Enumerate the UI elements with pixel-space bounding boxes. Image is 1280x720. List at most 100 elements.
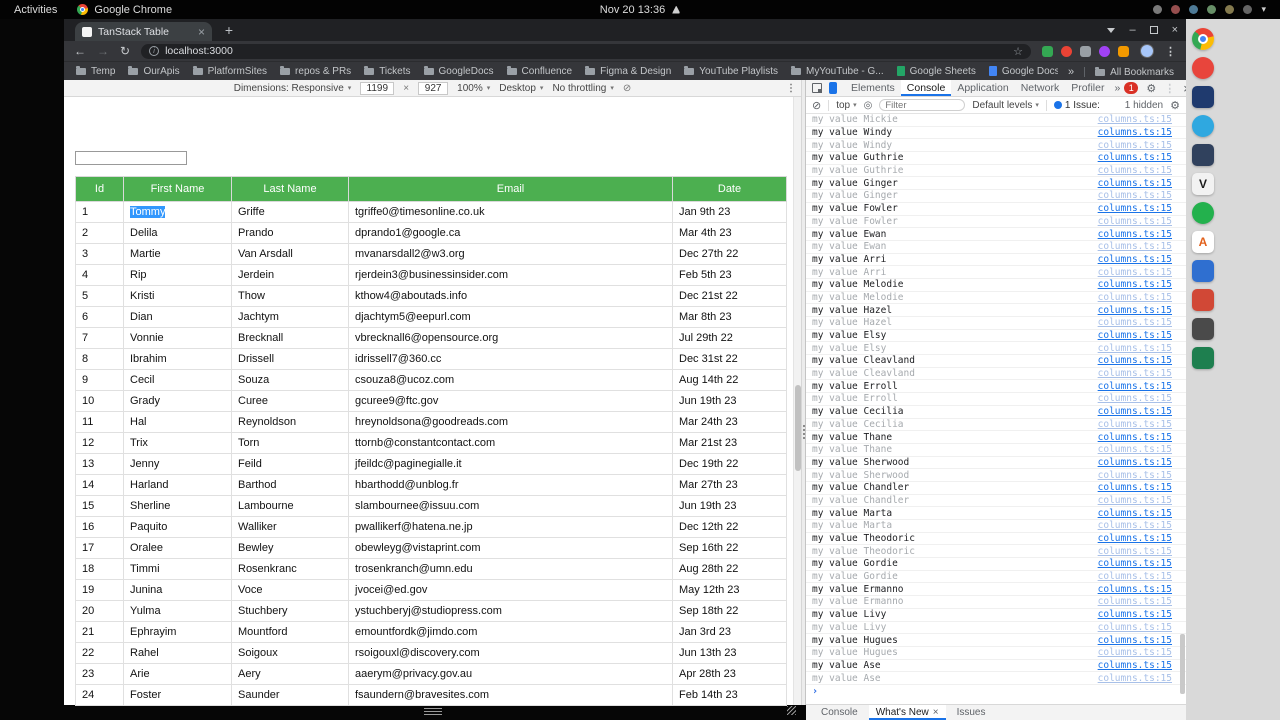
console-source-link[interactable]: columns.ts:15: [1098, 508, 1172, 519]
console-source-link[interactable]: columns.ts:15: [1098, 178, 1172, 189]
console-source-link[interactable]: columns.ts:15: [1098, 457, 1172, 468]
tray-status-icon[interactable]: [1243, 5, 1253, 14]
bookmark-item[interactable]: Google Docs: [988, 66, 1060, 77]
extension-icon[interactable]: [1061, 45, 1072, 57]
console-source-link[interactable]: columns.ts:15: [1098, 406, 1172, 417]
console-source-link[interactable]: columns.ts:15: [1098, 355, 1172, 366]
throttling-dropdown[interactable]: No throttling ▾: [552, 83, 613, 94]
browser-tab[interactable]: TanStack Table ×: [75, 22, 212, 41]
console-source-link[interactable]: columns.ts:15: [1098, 317, 1172, 328]
console-source-link[interactable]: columns.ts:15: [1098, 381, 1172, 392]
console-source-link[interactable]: columns.ts:15: [1098, 216, 1172, 227]
dock-app-a-app[interactable]: A: [1192, 231, 1214, 253]
console-context-dropdown[interactable]: top ▾: [836, 100, 856, 111]
more-tabs-chevron[interactable]: »: [1110, 82, 1124, 94]
tray-status-icon[interactable]: [1153, 5, 1163, 14]
column-header-email[interactable]: Email: [348, 176, 673, 202]
console-source-link[interactable]: columns.ts:15: [1098, 584, 1172, 595]
tray-status-icon[interactable]: [1189, 5, 1199, 14]
console-source-link[interactable]: columns.ts:15: [1098, 140, 1172, 151]
console-source-link[interactable]: columns.ts:15: [1098, 647, 1172, 658]
bookmark-item[interactable]: GoogleDocs: [423, 65, 494, 77]
devtools-tab-application[interactable]: Application: [951, 80, 1014, 96]
console-source-link[interactable]: columns.ts:15: [1098, 292, 1172, 303]
console-source-link[interactable]: columns.ts:15: [1098, 571, 1172, 582]
console-source-link[interactable]: columns.ts:15: [1098, 368, 1172, 379]
console-source-link[interactable]: columns.ts:15: [1098, 533, 1172, 544]
clock-menu[interactable]: Nov 20 13:36: [600, 4, 681, 16]
console-source-link[interactable]: columns.ts:15: [1098, 203, 1172, 214]
issues-counter[interactable]: 1 Issue:: [1054, 100, 1100, 111]
console-source-link[interactable]: columns.ts:15: [1098, 520, 1172, 531]
console-source-link[interactable]: columns.ts:15: [1098, 330, 1172, 341]
column-header-date[interactable]: Date: [672, 176, 787, 202]
bookmark-item[interactable]: MyYouTube - G...: [791, 65, 884, 77]
bookmark-item[interactable]: repos & PRs: [280, 65, 351, 77]
column-header-last-name[interactable]: Last Name: [231, 176, 349, 202]
console-source-link[interactable]: columns.ts:15: [1098, 609, 1172, 620]
bookmark-star-icon[interactable]: ☆: [1013, 45, 1023, 58]
console-source-link[interactable]: columns.ts:15: [1098, 482, 1172, 493]
clear-console-icon[interactable]: ⊘: [812, 99, 821, 112]
dock-app-navy-square-app[interactable]: [1192, 144, 1214, 166]
devtools-settings-icon[interactable]: ⚙: [1146, 82, 1156, 95]
console-source-link[interactable]: columns.ts:15: [1098, 305, 1172, 316]
table-filter-input[interactable]: [75, 151, 187, 165]
console-source-link[interactable]: columns.ts:15: [1098, 622, 1172, 633]
console-source-link[interactable]: columns.ts:15: [1098, 419, 1172, 430]
bookmark-item[interactable]: Confluence: [506, 65, 572, 77]
bookmark-item[interactable]: Google Sheets: [896, 66, 976, 77]
dimensions-dropdown[interactable]: Dimensions: Responsive ▾: [234, 83, 352, 94]
console-source-link[interactable]: columns.ts:15: [1098, 558, 1172, 569]
console-source-link[interactable]: columns.ts:15: [1098, 241, 1172, 252]
window-maximize-button[interactable]: [1149, 26, 1158, 34]
dock-app-blue-circle-app[interactable]: [1192, 115, 1214, 137]
tray-status-icon[interactable]: [1171, 5, 1181, 14]
devtools-tab-network[interactable]: Network: [1015, 80, 1066, 96]
live-expression-icon[interactable]: ◎: [864, 100, 873, 111]
extension-icon[interactable]: [1042, 45, 1053, 57]
console-prompt[interactable]: ›: [806, 685, 1186, 698]
bookmark-item[interactable]: Figma & Design: [585, 65, 671, 77]
system-menu-caret-icon[interactable]: ▾: [1261, 4, 1266, 15]
new-tab-button[interactable]: +: [220, 21, 238, 39]
bookmark-item[interactable]: PlatformSites: [192, 65, 267, 77]
hidden-messages-count[interactable]: 1 hidden: [1125, 100, 1163, 111]
dock-app-chrome[interactable]: [1192, 28, 1214, 50]
drawer-tab-console[interactable]: Console: [814, 705, 865, 720]
console-source-link[interactable]: columns.ts:15: [1098, 165, 1172, 176]
dock-app-gray-square-app[interactable]: [1192, 318, 1214, 340]
focused-app-indicator[interactable]: Google Chrome: [77, 4, 172, 16]
site-info-icon[interactable]: i: [149, 46, 160, 56]
dock-app-green-circle-app[interactable]: [1192, 202, 1214, 224]
console-source-link[interactable]: columns.ts:15: [1098, 444, 1172, 455]
log-levels-dropdown[interactable]: Default levels ▾: [972, 100, 1039, 111]
bookmarks-overflow-chevron[interactable]: »: [1068, 66, 1074, 78]
console-source-link[interactable]: columns.ts:15: [1098, 127, 1172, 138]
bookmark-item[interactable]: Temp: [76, 65, 115, 77]
drawer-tab-what-s-new[interactable]: What's New ×: [868, 705, 946, 720]
browser-menu-icon[interactable]: ⋮: [1165, 45, 1176, 58]
console-source-link[interactable]: columns.ts:15: [1098, 114, 1172, 125]
reload-button[interactable]: ↻: [120, 45, 130, 57]
console-filter-input[interactable]: [879, 99, 966, 111]
profile-avatar[interactable]: [1140, 44, 1154, 58]
bookmark-item[interactable]: Tickets: [364, 65, 411, 77]
console-source-link[interactable]: columns.ts:15: [1098, 673, 1172, 684]
tab-close-icon[interactable]: ×: [198, 26, 205, 38]
dock-app-indigo-square-app[interactable]: [1192, 86, 1214, 108]
window-minimize-button[interactable]: –: [1129, 24, 1135, 36]
console-source-link[interactable]: columns.ts:15: [1098, 596, 1172, 607]
console-settings-icon[interactable]: ⚙: [1170, 99, 1180, 112]
console-source-link[interactable]: columns.ts:15: [1098, 190, 1172, 201]
devtools-tab-profiler[interactable]: Profiler: [1065, 80, 1110, 96]
dock-app-v-app[interactable]: V: [1192, 173, 1214, 195]
close-icon[interactable]: ×: [933, 707, 939, 718]
zoom-dropdown[interactable]: 100% ▾: [457, 83, 490, 94]
window-close-button[interactable]: ×: [1172, 24, 1178, 36]
console-source-link[interactable]: columns.ts:15: [1098, 393, 1172, 404]
page-scrollbar[interactable]: [793, 97, 801, 705]
devtools-tab-console[interactable]: Console: [900, 80, 952, 96]
dock-app-green-square-app[interactable]: [1192, 347, 1214, 369]
back-button[interactable]: ←: [74, 45, 86, 57]
